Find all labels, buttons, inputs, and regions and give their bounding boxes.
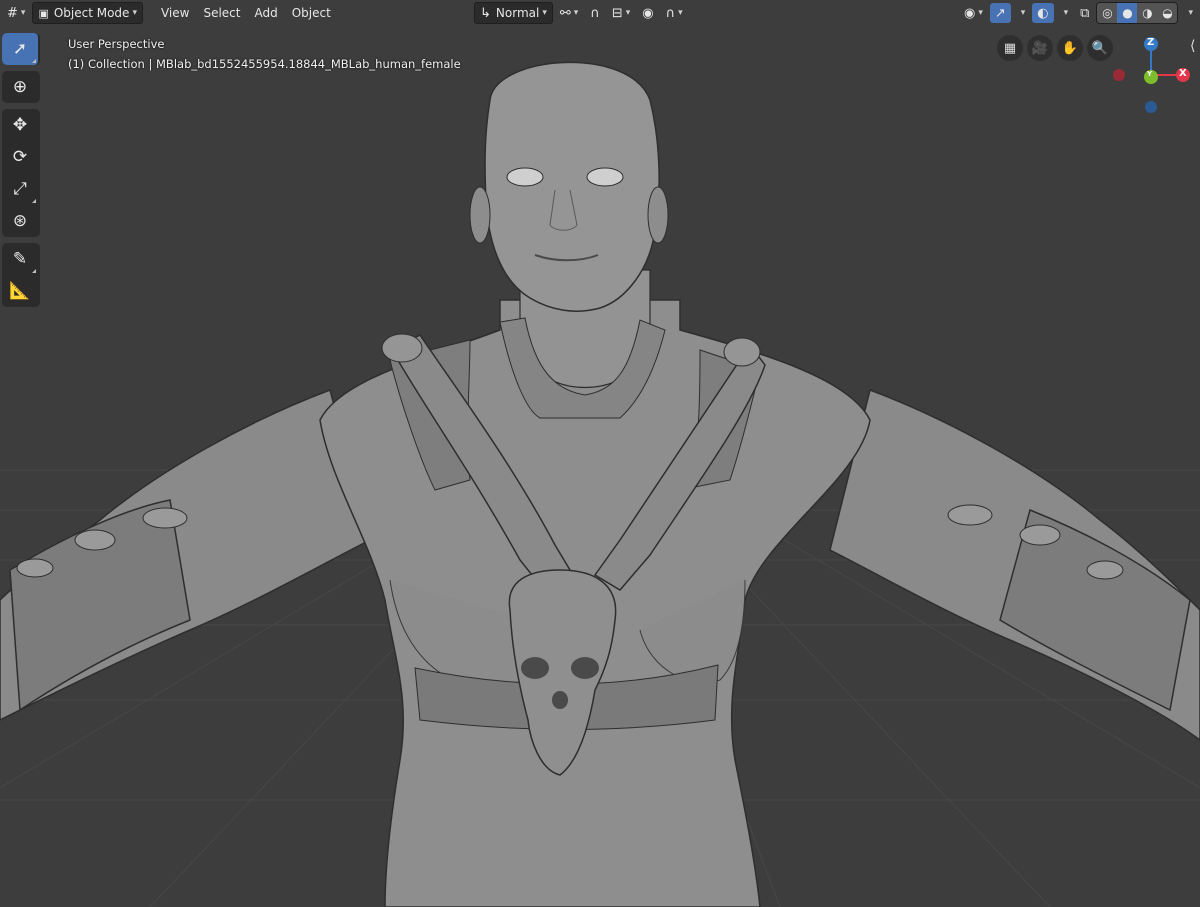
move-tool[interactable]: ✥ <box>2 109 38 141</box>
magnifier-icon: 🔍 <box>1091 40 1109 56</box>
material-shading-icon[interactable]: ◑ <box>1137 3 1158 23</box>
falloff-curve-icon: ∩ <box>665 5 676 21</box>
ruler-icon: 📐 <box>9 281 31 301</box>
proportional-edit-toggle[interactable]: ◉ <box>637 3 658 23</box>
gizmo-toggle[interactable]: ↗ <box>989 3 1011 23</box>
collection-label: (1) Collection | MBlab_bd1552455954.1884… <box>68 57 461 71</box>
falloff-button[interactable]: ∩ ▾ <box>661 3 688 23</box>
xray-toggle[interactable]: ⧉ <box>1075 3 1094 23</box>
chevron-down-icon: ▾ <box>678 8 683 18</box>
orientation-label: Normal <box>495 6 540 20</box>
camera-view-button[interactable]: 🎥 <box>1027 35 1053 61</box>
z-axis-label: Z <box>1147 37 1155 48</box>
scene-render <box>0 61 1200 907</box>
chevron-down-icon: ▾ <box>542 8 547 18</box>
select-box-tool[interactable]: ➚ <box>2 33 38 65</box>
mode-label: Object Mode <box>53 6 130 20</box>
orientation-dropdown[interactable]: ↳ Normal ▾ <box>474 2 553 24</box>
transform-orientation-icon: ↳ <box>480 5 491 21</box>
chevron-down-icon: ▾ <box>625 8 631 18</box>
crosshair-icon: ⊕ <box>12 77 28 97</box>
perspective-label: User Perspective <box>68 37 165 51</box>
shading-dropdown[interactable]: ▾ <box>1180 3 1198 23</box>
chevron-down-icon: ▾ <box>978 8 983 18</box>
viewport-header: # ▾ ▣ Object Mode ▾ View Select Add Obje… <box>0 0 1200 24</box>
shading-mode-group: ◎ ● ◑ ◒ <box>1096 2 1179 24</box>
overlays-dropdown[interactable]: ▾ <box>1056 3 1074 23</box>
rotate-tool[interactable]: ⟳ <box>2 141 38 173</box>
hand-icon: ✋ <box>1061 40 1079 56</box>
magnet-icon: ∩ <box>590 5 600 21</box>
pan-button[interactable]: ✋ <box>1057 35 1083 61</box>
transform-tool[interactable]: ⊛ <box>2 205 38 237</box>
menu-view[interactable]: View <box>155 3 195 23</box>
navigation-buttons: ▦ 🎥 ✋ 🔍 <box>997 35 1113 61</box>
xray-icon: ⧉ <box>1080 5 1090 21</box>
pivot-icon: ⚯ <box>559 5 571 21</box>
snap-target-button[interactable]: ⊟ ▾ <box>607 3 635 23</box>
grid-hash-icon: # <box>7 5 18 21</box>
chevron-down-icon: ▾ <box>132 8 137 18</box>
rotate-icon: ⟳ <box>12 147 28 167</box>
eye-icon: ◉ <box>963 5 976 21</box>
y-axis-label: Y <box>1147 70 1153 78</box>
figure <box>0 61 1200 907</box>
tool-shelf: ➚ ⊕ ✥ ⟳ ⤢ ⊛ ✎ 📐 <box>2 33 40 313</box>
chevron-down-icon: ▾ <box>573 8 579 18</box>
annotate-tool[interactable]: ✎ <box>2 243 38 275</box>
rendered-shading-icon[interactable]: ◒ <box>1157 3 1178 23</box>
chevron-down-icon: ▾ <box>1188 8 1193 18</box>
editor-type-button[interactable]: # ▾ <box>2 3 30 23</box>
cursor-arrow-icon: ➚ <box>12 39 28 59</box>
cursor-tool[interactable]: ⊕ <box>2 71 38 103</box>
pencil-icon: ✎ <box>12 249 28 269</box>
proportional-edit-icon: ◉ <box>642 5 654 21</box>
solid-shading-icon[interactable]: ● <box>1117 3 1138 23</box>
axis-gizmo[interactable]: Z X Y <box>1110 32 1200 122</box>
snap-toggle[interactable]: ∩ <box>585 3 605 23</box>
mode-dropdown[interactable]: ▣ Object Mode ▾ <box>32 2 143 24</box>
visibility-button[interactable]: ◉ ▾ <box>959 3 988 23</box>
menu-object[interactable]: Object <box>286 3 337 23</box>
transform-icon: ⊛ <box>12 211 28 231</box>
chevron-down-icon: ▾ <box>1020 8 1026 18</box>
scale-icon: ⤢ <box>13 179 27 199</box>
wireframe-shading-icon[interactable]: ◎ <box>1097 3 1118 23</box>
measure-tool[interactable]: 📐 <box>2 275 38 307</box>
grid-perspective-icon: ▦ <box>1003 40 1017 56</box>
menu-select[interactable]: Select <box>197 3 246 23</box>
gizmo-arrow-icon: ↗ <box>994 5 1006 21</box>
scroll-arrow-icon[interactable]: ⟨ <box>1190 38 1200 58</box>
camera-icon: 🎥 <box>1031 40 1049 56</box>
object-cube-icon: ▣ <box>38 6 49 20</box>
chevron-down-icon: ▾ <box>1063 8 1069 18</box>
overlays-circles-icon: ◐ <box>1037 5 1049 21</box>
scale-tool[interactable]: ⤢ <box>2 173 38 205</box>
move-arrows-icon: ✥ <box>12 115 28 135</box>
viewport-info: User Perspective (1) Collection | MBlab_… <box>68 34 461 74</box>
3d-viewport[interactable]: # ▾ ▣ Object Mode ▾ View Select Add Obje… <box>0 0 1200 907</box>
pivot-point-button[interactable]: ⚯ ▾ <box>555 3 583 23</box>
x-axis-label: X <box>1179 68 1187 79</box>
snap-increment-icon: ⊟ <box>611 5 623 21</box>
chevron-down-icon: ▾ <box>20 8 26 18</box>
menu-add[interactable]: Add <box>248 3 283 23</box>
ortho-toggle-button[interactable]: ▦ <box>997 35 1023 61</box>
overlays-toggle[interactable]: ◐ <box>1032 3 1054 23</box>
gizmo-dropdown[interactable]: ▾ <box>1013 3 1031 23</box>
